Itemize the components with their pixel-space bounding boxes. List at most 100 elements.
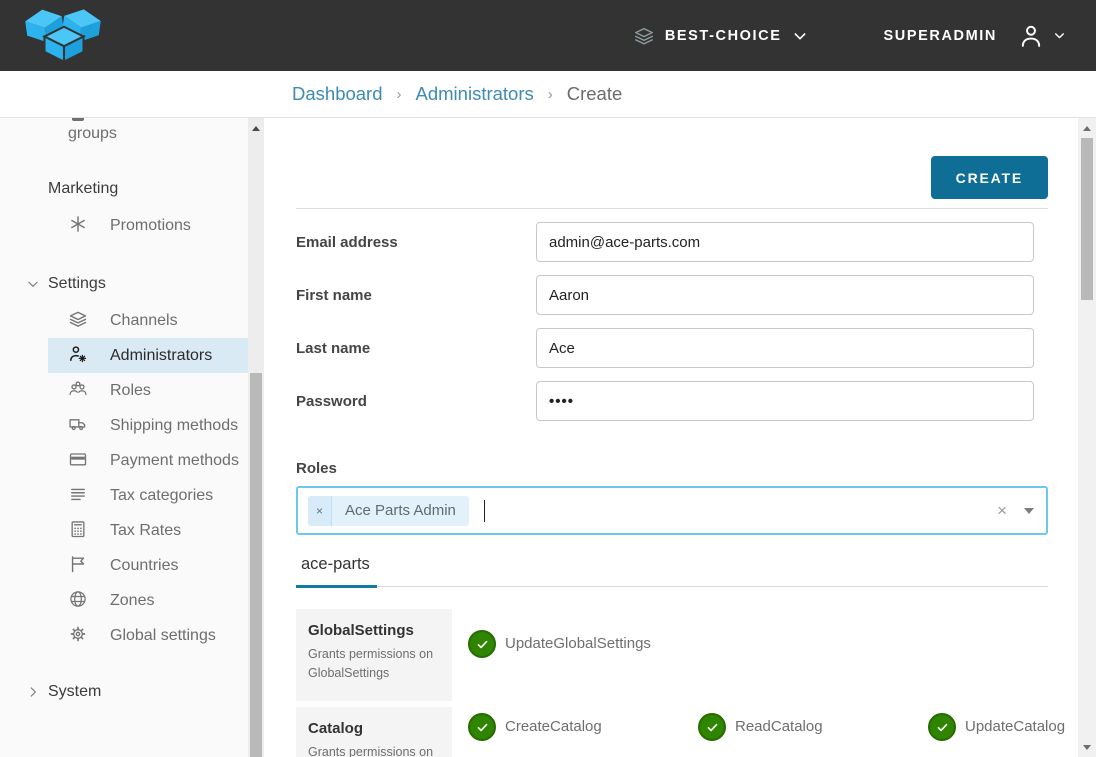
chevron-right-icon bbox=[26, 685, 40, 699]
password-label: Password bbox=[296, 393, 536, 410]
calculator-icon bbox=[68, 519, 88, 539]
sidebar-section-system[interactable]: System bbox=[48, 680, 248, 704]
permission-toggle-label: UpdateCatalog bbox=[965, 713, 1065, 741]
form-row-email: Email address bbox=[296, 222, 1048, 262]
permission-row-catalog: Catalog Grants permissions on Products, … bbox=[296, 707, 1048, 757]
list-icon bbox=[68, 484, 88, 504]
page-scrollbar[interactable] bbox=[1078, 118, 1096, 757]
channel-tabs: ace-parts bbox=[296, 555, 1048, 587]
email-label: Email address bbox=[296, 234, 536, 251]
channel-switcher[interactable]: BEST-CHOICE bbox=[633, 25, 808, 47]
main-content: CREATE Email address First name Last nam… bbox=[264, 118, 1078, 757]
create-button[interactable]: CREATE bbox=[931, 156, 1048, 199]
tab-ace-parts[interactable]: ace-parts bbox=[296, 555, 377, 588]
sidebar-scrollbar-thumb[interactable] bbox=[250, 373, 262, 757]
sidebar-item-administrators[interactable]: Administrators bbox=[48, 338, 248, 373]
permission-toggle[interactable]: UpdateCatalog bbox=[928, 713, 1078, 757]
permission-toggle[interactable]: CreateCatalog bbox=[468, 713, 698, 757]
permission-group-name: GlobalSettings bbox=[308, 622, 442, 639]
sidebar-section-marketing[interactable]: Marketing bbox=[48, 177, 248, 201]
scroll-up-arrow-icon[interactable] bbox=[252, 126, 260, 131]
page-scrollbar-thumb[interactable] bbox=[1081, 138, 1093, 300]
breadcrumb-link-administrators[interactable]: Administrators bbox=[416, 83, 534, 105]
chevron-down-icon bbox=[1053, 29, 1066, 42]
permission-toggle-label: CreateCatalog bbox=[505, 713, 602, 741]
layers-icon bbox=[633, 25, 655, 47]
role-chip-label: Ace Parts Admin bbox=[332, 496, 469, 526]
first-name-field[interactable] bbox=[536, 275, 1034, 315]
first-name-label: First name bbox=[296, 287, 536, 304]
breadcrumb-separator: › bbox=[397, 86, 402, 103]
breadcrumb-current: Create bbox=[567, 83, 623, 105]
sidebar-item-tax-categories[interactable]: Tax categories bbox=[48, 478, 248, 513]
divider bbox=[296, 208, 1048, 209]
permission-group-description: Grants permissions on GlobalSettings bbox=[308, 645, 442, 684]
password-field[interactable] bbox=[536, 381, 1034, 421]
sidebar-item-tax-rates[interactable]: Tax Rates bbox=[48, 513, 248, 548]
permission-toggle[interactable]: UpdateGlobalSettings bbox=[468, 630, 698, 701]
form-row-last-name: Last name bbox=[296, 328, 1048, 368]
permission-group-header: GlobalSettings Grants permissions on Glo… bbox=[296, 609, 452, 701]
sidebar-item-countries[interactable]: Countries bbox=[48, 548, 248, 583]
credit-card-icon bbox=[68, 449, 88, 469]
sidebar-item-promotions[interactable]: Promotions bbox=[48, 208, 248, 243]
check-circle-icon bbox=[698, 713, 726, 741]
role-chip: × Ace Parts Admin bbox=[308, 496, 469, 526]
roles-select[interactable]: × Ace Parts Admin × bbox=[296, 486, 1048, 535]
sidebar-item-customer-groups[interactable]: groups bbox=[48, 118, 248, 148]
scroll-down-arrow-icon[interactable] bbox=[1083, 745, 1091, 750]
sidebar: groups Marketing Promotions Settings bbox=[0, 118, 264, 757]
chevron-down-icon bbox=[26, 277, 40, 291]
sidebar-section-settings[interactable]: Settings bbox=[48, 272, 248, 296]
permission-row-globalsettings: GlobalSettings Grants permissions on Glo… bbox=[296, 609, 1048, 701]
permission-toggle-label: UpdateGlobalSettings bbox=[505, 630, 651, 658]
asterisk-icon bbox=[68, 214, 88, 234]
globe-icon bbox=[68, 589, 88, 609]
last-name-field[interactable] bbox=[536, 328, 1034, 368]
permission-group-header: Catalog Grants permissions on Products, … bbox=[296, 707, 452, 757]
sidebar-scrollbar[interactable] bbox=[248, 118, 264, 757]
sidebar-item-channels[interactable]: Channels bbox=[48, 303, 248, 338]
user-icon bbox=[1017, 22, 1045, 50]
permissions-table: GlobalSettings Grants permissions on Glo… bbox=[296, 609, 1048, 757]
breadcrumb-separator: › bbox=[548, 86, 553, 103]
check-circle-icon bbox=[468, 630, 496, 658]
flag-icon bbox=[68, 554, 88, 574]
sidebar-item-payment-methods[interactable]: Payment methods bbox=[48, 443, 248, 478]
topbar: BEST-CHOICE SUPERADMIN bbox=[0, 0, 1096, 71]
sidebar-item-global-settings[interactable]: Global settings bbox=[48, 618, 248, 653]
permission-group-description: Grants permissions on Products, Facets bbox=[308, 743, 442, 757]
layers-icon bbox=[68, 309, 88, 329]
permission-group-name: Catalog bbox=[308, 720, 442, 737]
clipped-icon bbox=[72, 118, 84, 121]
sidebar-item-zones[interactable]: Zones bbox=[48, 583, 248, 618]
sidebar-item-shipping-methods[interactable]: Shipping methods bbox=[48, 408, 248, 443]
text-cursor bbox=[484, 500, 485, 522]
truck-icon bbox=[68, 414, 88, 434]
chip-remove-icon[interactable]: × bbox=[308, 496, 332, 526]
vendure-logo-icon[interactable] bbox=[25, 8, 103, 64]
last-name-label: Last name bbox=[296, 340, 536, 357]
cog-icon bbox=[68, 624, 88, 644]
scroll-up-arrow-icon[interactable] bbox=[1083, 126, 1091, 131]
check-circle-icon bbox=[928, 713, 956, 741]
user-gear-icon bbox=[68, 344, 88, 364]
breadcrumb: Dashboard › Administrators › Create bbox=[0, 71, 1096, 118]
chevron-down-icon[interactable] bbox=[1024, 508, 1034, 514]
breadcrumb-link-dashboard[interactable]: Dashboard bbox=[292, 83, 383, 105]
sidebar-item-roles[interactable]: Roles bbox=[48, 373, 248, 408]
chevron-down-icon bbox=[792, 28, 808, 44]
clear-icon[interactable]: × bbox=[997, 502, 1007, 519]
roles-block: Roles × Ace Parts Admin × bbox=[296, 459, 1048, 535]
roles-label: Roles bbox=[296, 459, 1048, 478]
check-circle-icon bbox=[468, 713, 496, 741]
email-field[interactable] bbox=[536, 222, 1034, 262]
user-menu[interactable]: SUPERADMIN bbox=[884, 22, 1066, 50]
user-label: SUPERADMIN bbox=[884, 28, 997, 44]
form-row-password: Password bbox=[296, 381, 1048, 421]
permission-toggle-label: ReadCatalog bbox=[735, 713, 823, 741]
permission-toggle[interactable]: ReadCatalog bbox=[698, 713, 928, 757]
form-row-first-name: First name bbox=[296, 275, 1048, 315]
users-icon bbox=[68, 379, 88, 399]
channel-label: BEST-CHOICE bbox=[665, 28, 782, 44]
